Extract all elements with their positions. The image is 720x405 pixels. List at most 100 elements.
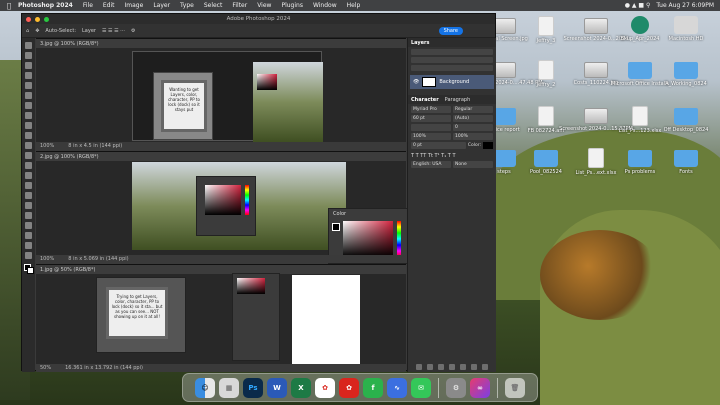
home-icon[interactable]: ⌂ [26,28,29,34]
document-tab-1[interactable]: 1.jpg @ 50% (RGB/8*) [36,265,406,274]
delete-layer-icon[interactable] [482,364,488,370]
color-swatches[interactable] [23,264,34,274]
font-size-field[interactable]: 60 pt [411,115,451,122]
paragraph-tab[interactable]: Paragraph [445,97,471,103]
magic-wand-tool-icon[interactable] [25,72,32,79]
hand-tool-icon[interactable] [25,232,32,239]
desktop-icon[interactable]: Bkup_Apr_2024 [614,16,666,42]
baseline-shift-field[interactable]: 0 pt [411,142,466,149]
move-tool-icon[interactable] [25,42,32,49]
group-icon[interactable] [460,364,466,370]
leading-field[interactable]: (Auto) [453,115,493,122]
eyedropper-tool-icon[interactable] [25,102,32,109]
stamp-tool-icon[interactable] [25,132,32,139]
foreground-swatch[interactable] [332,223,340,231]
vertical-scale-field[interactable]: 100% [411,133,451,140]
type-style-buttons[interactable]: T T TT Tt T¹ T₁ T T [411,153,456,159]
menu-app-name[interactable]: Photoshop 2024 [18,2,73,9]
font-family-select[interactable]: Myriad Pro [411,106,451,113]
align-icons[interactable]: ☰ ☰ ☰ ··· [102,28,125,34]
settings-icon[interactable]: ⚙ [446,377,466,398]
eraser-tool-icon[interactable] [25,152,32,159]
desktop-icon[interactable]: Fonts [660,148,712,175]
shortcuts-icon[interactable]: ∿ [387,377,407,398]
text-color-swatch[interactable] [483,142,493,149]
zoom-level[interactable]: 100% [40,256,54,262]
document-window-2[interactable]: 2.jpg @ 100% (RGB/8*) Color 100% 8 in x … [36,151,408,264]
horizontal-scale-field[interactable]: 100% [453,133,493,140]
brush-tool-icon[interactable] [25,122,32,129]
visibility-eye-icon[interactable]: 👁 [413,79,419,85]
language-select[interactable]: English: USA [411,161,451,168]
menu-type[interactable]: Type [180,2,194,9]
more-tools-icon[interactable] [25,252,32,259]
finder-icon[interactable]: ☺ [195,377,215,398]
dodge-tool-icon[interactable] [25,182,32,189]
menu-layer[interactable]: Layer [153,2,170,9]
menu-filter[interactable]: Filter [232,2,247,9]
link-layers-icon[interactable] [416,364,422,370]
frame-tool-icon[interactable] [25,92,32,99]
layers-tab[interactable]: Layers [411,40,430,46]
excel-icon[interactable]: X [291,377,311,398]
pen-tool-icon[interactable] [25,192,32,199]
move-tool-icon[interactable]: ✥ [35,28,39,34]
font-style-select[interactable]: Regular [453,106,493,113]
color-field[interactable] [343,221,393,257]
launchpad-icon[interactable]: ▦ [219,377,239,398]
menubar-clock[interactable]: Tue Aug 27 6:09PM [656,2,714,9]
shape-tool-icon[interactable] [25,222,32,229]
history-brush-tool-icon[interactable] [25,142,32,149]
3d-mode-icon[interactable]: ⚙ [131,28,135,34]
adjustment-icon[interactable] [449,364,455,370]
lasso-tool-icon[interactable] [25,62,32,69]
anti-alias-select[interactable]: None [453,161,493,168]
apple-menu-icon[interactable]:  [0,2,18,10]
type-tool-icon[interactable] [25,202,32,209]
menu-plugins[interactable]: Plugins [281,2,303,9]
desktop-icon[interactable]: Off Desktop_0824 [660,106,712,133]
menu-help[interactable]: Help [347,2,361,9]
zoom-level[interactable]: 100% [40,143,54,149]
blur-tool-icon[interactable] [25,172,32,179]
zoom-tool-icon[interactable] [25,242,32,249]
marquee-tool-icon[interactable] [25,52,32,59]
blend-mode[interactable] [411,57,493,63]
feedly-icon[interactable]: f [363,377,383,398]
layer-row-background[interactable]: 👁 Background [410,75,494,89]
word-icon[interactable]: W [267,377,287,398]
path-select-tool-icon[interactable] [25,212,32,219]
acrobat-icon[interactable]: ✿ [315,377,335,398]
desktop-icon[interactable]: Macintosh HD [660,16,712,42]
menu-file[interactable]: File [83,2,93,9]
document-window-1[interactable]: 1.jpg @ 50% (RGB/8*) Trying to get Layer… [36,264,406,372]
desktop-icon[interactable]: Pool_082524 [520,148,572,175]
auto-select-label[interactable]: Auto-Select: [45,28,76,34]
menu-select[interactable]: Select [204,2,223,9]
trash-icon[interactable]: 🗑 [505,377,525,398]
layer-name[interactable]: Background [439,79,469,85]
desktop-icon[interactable]: Ps problems [614,148,666,175]
fx-icon[interactable] [427,364,433,370]
character-tab[interactable]: Character [411,97,439,103]
menu-window[interactable]: Window [313,2,337,9]
kerning-field[interactable] [411,124,451,131]
menu-view[interactable]: View [257,2,271,9]
document-window-3[interactable]: 3.jpg @ 100% (RGB/8*) Wanting to get Lay… [36,38,406,150]
photoshop-icon[interactable]: Ps [243,377,263,398]
reader-icon[interactable]: ✿ [339,377,359,398]
creative-cloud-icon[interactable]: ∞ [470,377,490,398]
desktop-icon[interactable]: A_Working_0824 [660,60,712,87]
tracking-field[interactable]: 0 [453,124,493,131]
desktop-icon[interactable]: List_Ps...123.xlsx [614,106,666,134]
document-tab-3[interactable]: 3.jpg @ 100% (RGB/8*) [36,39,406,48]
menu-edit[interactable]: Edit [103,2,115,9]
mask-icon[interactable] [438,364,444,370]
menubar-status-icons[interactable]: ● ▲ ■ ⚲ [625,2,651,9]
lock-options[interactable] [411,65,493,71]
desktop-icon[interactable]: Jeffry_2 [520,60,572,88]
desktop-icon[interactable]: Microsoft Office Installs [611,60,669,87]
auto-select-target[interactable]: Layer [82,28,96,34]
gradient-tool-icon[interactable] [25,162,32,169]
healing-tool-icon[interactable] [25,112,32,119]
